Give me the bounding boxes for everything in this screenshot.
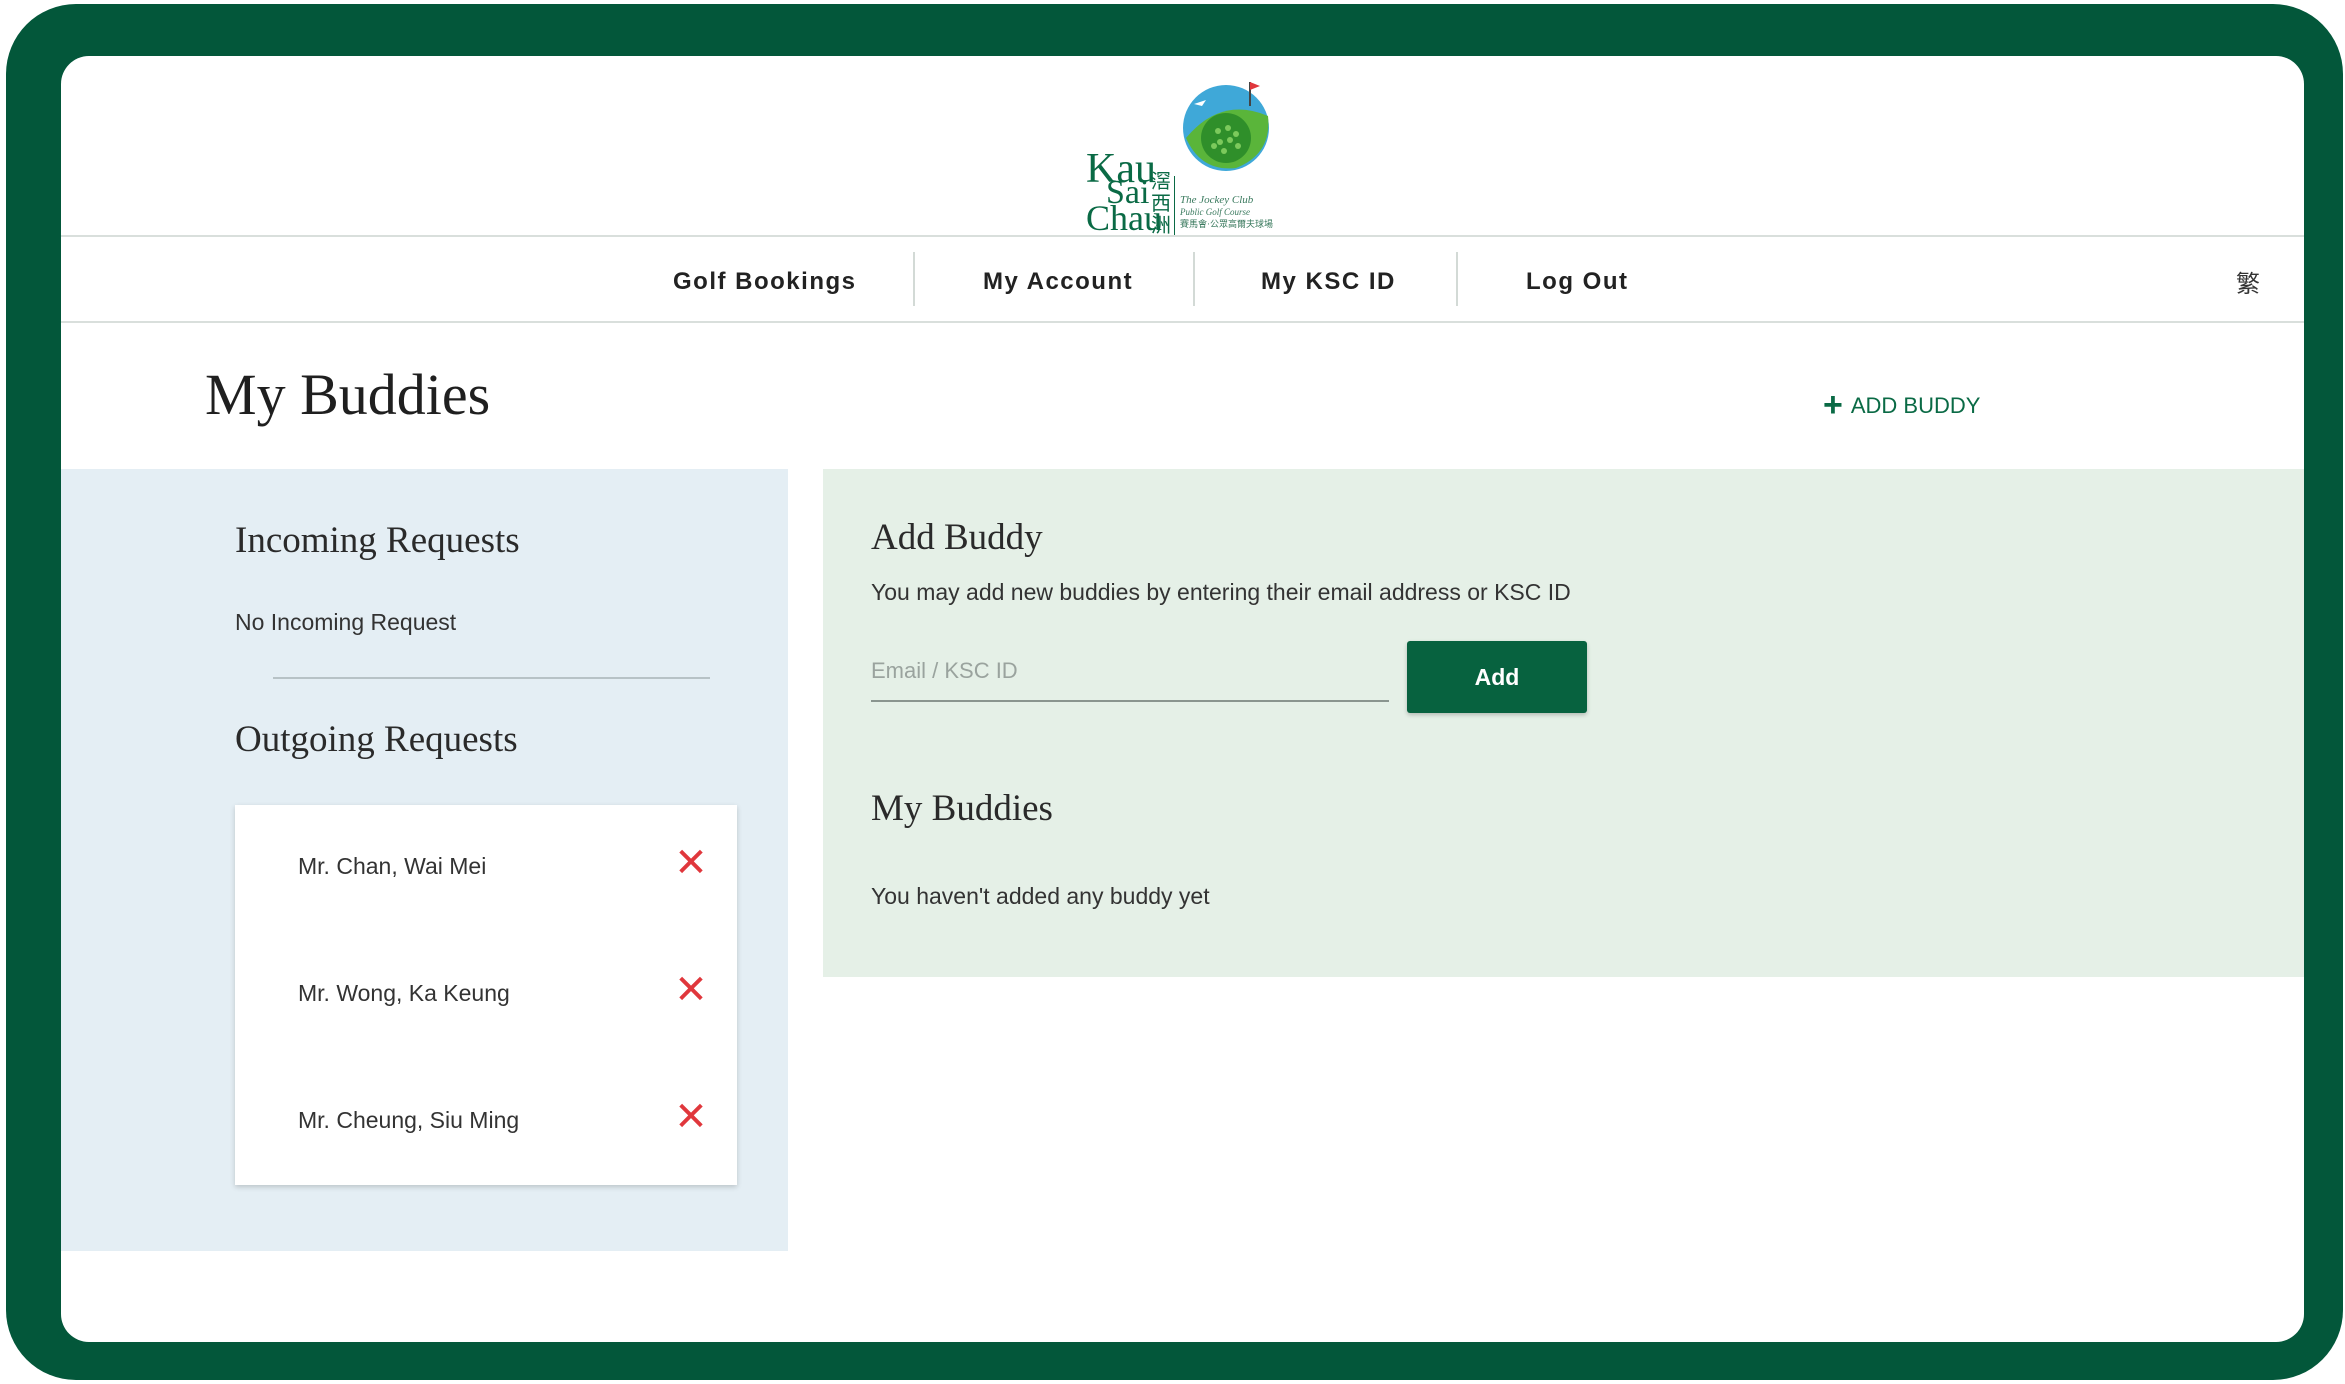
nav-divider [61, 321, 2304, 323]
email-ksc-id-input[interactable] [871, 642, 1389, 702]
plus-icon: + [1823, 386, 1843, 425]
request-name: Mr. Cheung, Siu Ming [298, 1107, 520, 1133]
outgoing-requests-title: Outgoing Requests [235, 719, 518, 760]
logo-cn-1: 滘 [1151, 171, 1171, 193]
add-button[interactable]: Add [1407, 641, 1587, 713]
nav-separator [1456, 252, 1458, 306]
add-buddy-panel: Add Buddy You may add new buddies by ent… [823, 469, 2304, 977]
list-item: Mr. Cheung, Siu Ming ✕ [235, 1059, 737, 1185]
close-icon[interactable]: ✕ [671, 1097, 711, 1137]
request-name: Mr. Chan, Wai Mei [298, 853, 487, 879]
list-item: Mr. Wong, Ka Keung ✕ [235, 932, 737, 1058]
logo-divider [1174, 176, 1175, 236]
logo-cn-2: 西 [1151, 193, 1171, 215]
logo-tagline-3: 賽馬會·公眾高爾夫球場 [1180, 219, 1273, 229]
add-buddy-description: You may add new buddies by entering thei… [871, 579, 1571, 605]
header-divider [61, 235, 2304, 237]
logo-cn-3: 洲 [1151, 215, 1171, 237]
add-buddy-link-label: ADD BUDDY [1850, 393, 1981, 418]
nav-golf-bookings[interactable]: Golf Bookings [673, 262, 857, 302]
requests-divider [273, 677, 710, 679]
page-title: My Buddies [205, 362, 491, 427]
nav-my-account[interactable]: My Account [983, 262, 1133, 302]
logo-tagline-2: Public Golf Course [1180, 207, 1250, 217]
request-name: Mr. Wong, Ka Keung [298, 980, 510, 1006]
my-buddies-empty-text: You haven't added any buddy yet [871, 883, 1210, 909]
list-item: Mr. Chan, Wai Mei ✕ [235, 805, 737, 931]
add-buddy-title: Add Buddy [871, 517, 1043, 558]
close-icon[interactable]: ✕ [671, 843, 711, 883]
close-icon[interactable]: ✕ [671, 970, 711, 1010]
golf-ball-logo-icon [1183, 82, 1269, 171]
outgoing-requests-list: Mr. Chan, Wai Mei ✕ Mr. Wong, Ka Keung ✕… [235, 805, 737, 1185]
incoming-empty-text: No Incoming Request [235, 609, 457, 635]
nav-my-ksc-id[interactable]: My KSC ID [1261, 262, 1396, 302]
incoming-requests-title: Incoming Requests [235, 520, 520, 561]
nav-log-out[interactable]: Log Out [1526, 262, 1628, 302]
my-buddies-title: My Buddies [871, 788, 1053, 829]
device-frame: Kau Sai Chau 滘 西 洲 The Jockey Club Publi… [6, 4, 2343, 1380]
add-buddy-link[interactable]: + ADD BUDDY [1823, 386, 1980, 426]
kau-sai-chau-logo[interactable]: Kau Sai Chau 滘 西 洲 The Jockey Club Publi… [1026, 76, 1276, 271]
logo-tagline-1: The Jockey Club [1180, 194, 1254, 206]
nav-separator [913, 252, 915, 306]
nav-separator [1193, 252, 1195, 306]
app-screen: Kau Sai Chau 滘 西 洲 The Jockey Club Publi… [61, 56, 2304, 1342]
language-toggle[interactable]: 繁 [2236, 264, 2260, 299]
